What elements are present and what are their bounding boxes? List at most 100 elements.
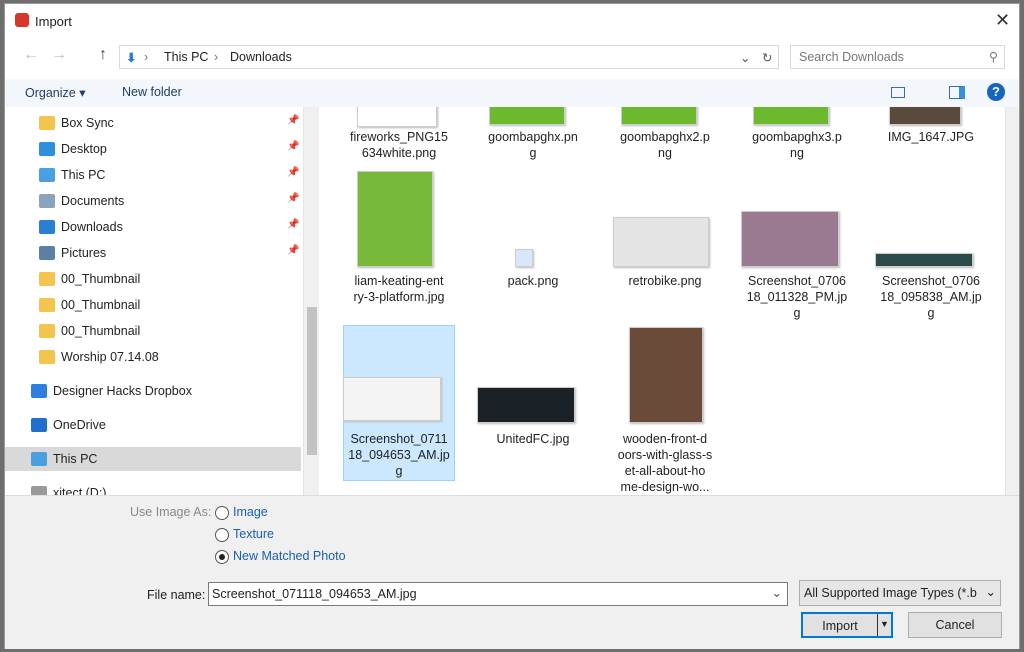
nav-scrollbar[interactable] <box>303 107 319 495</box>
folder-icon <box>39 298 55 312</box>
folder-icon <box>39 324 55 338</box>
file-thumbnail[interactable] <box>753 107 829 125</box>
folder-icon <box>39 116 55 130</box>
file-name[interactable]: goombapghx.pn g <box>473 129 593 161</box>
sidebar-item[interactable]: Desktop 📌 <box>5 137 301 161</box>
file-name[interactable]: wooden-front-d oors-with-glass-s et-all-ab… <box>605 431 725 495</box>
breadcrumb-this-pc[interactable]: This PC <box>164 50 208 64</box>
toolbar: Organize ▾ New folder ? <box>5 79 1019 107</box>
sidebar-item-label: 00_Thumbnail <box>61 298 141 312</box>
sidebar-item[interactable]: Designer Hacks Dropbox <box>5 379 301 403</box>
window-title: Import <box>35 14 72 29</box>
file-name[interactable]: Screenshot_0706 18_011328_PM.jp g <box>737 273 857 321</box>
file-thumbnail[interactable] <box>889 107 961 125</box>
file-thumbnail[interactable] <box>357 171 433 267</box>
file-thumbnail[interactable] <box>621 107 697 125</box>
file-thumbnail[interactable] <box>629 327 703 423</box>
sidebar-item-label: Desktop <box>61 142 107 156</box>
file-grid: fireworks_PNG15 634white.png goombapghx.pn… <box>321 107 1005 495</box>
sidebar-item[interactable]: This PC <box>5 447 301 471</box>
new-folder-button[interactable]: New folder <box>122 85 182 99</box>
file-name[interactable]: Screenshot_0711 18_094653_AM.jp g <box>339 431 459 479</box>
search-input[interactable]: Search Downloads ⚲ <box>790 45 1005 69</box>
organize-button[interactable]: Organize ▾ <box>25 85 85 100</box>
file-name[interactable]: goombapghx3.p ng <box>737 129 857 161</box>
folder-icon <box>39 350 55 364</box>
back-button[interactable]: ← <box>23 46 39 64</box>
folder-icon <box>39 272 55 286</box>
pin-icon[interactable]: 📌 <box>287 245 299 256</box>
import-dropdown-arrow[interactable]: ▼ <box>877 614 891 636</box>
sidebar-item[interactable]: Downloads 📌 <box>5 215 301 239</box>
forward-button[interactable]: → <box>51 46 67 64</box>
sidebar-item-label: Worship 07.14.08 <box>61 350 159 364</box>
file-name-label: File name: <box>147 588 206 602</box>
computer-icon <box>39 168 55 182</box>
pin-icon[interactable]: 📌 <box>287 193 299 204</box>
sidebar-item-label: 00_Thumbnail <box>61 272 141 286</box>
refresh-icon[interactable]: ↻ <box>762 50 772 65</box>
chevron-down-icon[interactable]: ⌄ <box>772 585 782 600</box>
file-thumbnail[interactable] <box>489 107 565 125</box>
file-name[interactable]: retrobike.png <box>605 273 725 289</box>
sidebar-item[interactable]: This PC 📌 <box>5 163 301 187</box>
radio-label[interactable]: Texture <box>233 527 274 541</box>
pin-icon[interactable]: 📌 <box>287 141 299 152</box>
computer-icon <box>31 452 47 466</box>
file-thumbnail[interactable] <box>875 253 973 267</box>
close-button[interactable]: ✕ <box>995 10 1010 31</box>
file-name[interactable]: IMG_1647.JPG <box>871 129 991 145</box>
documents-icon <box>39 194 55 208</box>
file-thumbnail[interactable] <box>613 217 709 267</box>
breadcrumb-downloads[interactable]: Downloads <box>230 50 292 64</box>
help-icon[interactable]: ? <box>987 83 1005 101</box>
desktop-icon <box>39 142 55 156</box>
file-name[interactable]: Screenshot_0706 18_095838_AM.jp g <box>871 273 991 321</box>
up-button[interactable]: ↑ <box>99 46 107 64</box>
sidebar-item[interactable]: Documents 📌 <box>5 189 301 213</box>
file-name[interactable]: pack.png <box>473 273 593 289</box>
dropbox-icon <box>31 384 47 398</box>
sidebar-item[interactable]: Box Sync 📌 <box>5 111 301 135</box>
file-name[interactable]: fireworks_PNG15 634white.png <box>339 129 459 161</box>
file-thumbnail[interactable] <box>343 377 441 421</box>
file-name-input[interactable]: Screenshot_071118_094653_AM.jpg ⌄ <box>208 582 788 606</box>
pin-icon[interactable]: 📌 <box>287 219 299 230</box>
view-options-icon[interactable] <box>891 87 905 98</box>
radio-texture[interactable] <box>215 528 229 542</box>
sidebar-item-label: Downloads <box>61 220 123 234</box>
pin-icon[interactable]: 📌 <box>287 115 299 126</box>
address-bar[interactable]: ⬇ › This PC › Downloads ⌄ ↻ <box>119 45 779 69</box>
chevron-down-icon[interactable]: ⌄ <box>740 50 750 65</box>
file-thumbnail[interactable] <box>741 211 839 267</box>
search-icon: ⚲ <box>988 50 998 64</box>
pin-icon[interactable]: 📌 <box>287 167 299 178</box>
preview-pane-icon[interactable] <box>949 86 965 99</box>
file-name[interactable]: liam-keating-ent ry-3-platform.jpg <box>339 273 459 305</box>
radio-new-matched-photo[interactable] <box>215 550 229 564</box>
file-type-select[interactable]: All Supported Image Types (*.b ⌄ <box>799 580 1001 606</box>
pictures-icon <box>39 246 55 260</box>
sidebar-item[interactable]: Worship 07.14.08 <box>5 345 301 369</box>
onedrive-icon <box>31 418 47 432</box>
sidebar-item[interactable]: 00_Thumbnail <box>5 319 301 343</box>
radio-image[interactable] <box>215 506 229 520</box>
cancel-button[interactable]: Cancel <box>908 612 1002 638</box>
sidebar-item[interactable]: Pictures 📌 <box>5 241 301 265</box>
file-thumbnail[interactable] <box>515 249 533 267</box>
import-button[interactable]: Import ▼ <box>801 612 893 638</box>
sidebar-item[interactable]: 00_Thumbnail <box>5 267 301 291</box>
radio-label[interactable]: New Matched Photo <box>233 549 346 563</box>
sidebar-item[interactable]: OneDrive <box>5 413 301 437</box>
file-thumbnail[interactable] <box>357 107 437 127</box>
file-name[interactable]: UnitedFC.jpg <box>473 431 593 447</box>
file-name[interactable]: goombapghx2.p ng <box>605 129 725 161</box>
file-thumbnail[interactable] <box>477 387 575 423</box>
radio-label[interactable]: Image <box>233 505 268 519</box>
download-icon: ⬇ <box>126 51 137 65</box>
sidebar-item-label: This PC <box>53 452 98 466</box>
files-scrollbar[interactable] <box>1005 107 1019 495</box>
sidebar-item[interactable]: 00_Thumbnail <box>5 293 301 317</box>
sidebar-item-label: Box Sync <box>61 116 114 130</box>
download-icon <box>39 220 55 234</box>
